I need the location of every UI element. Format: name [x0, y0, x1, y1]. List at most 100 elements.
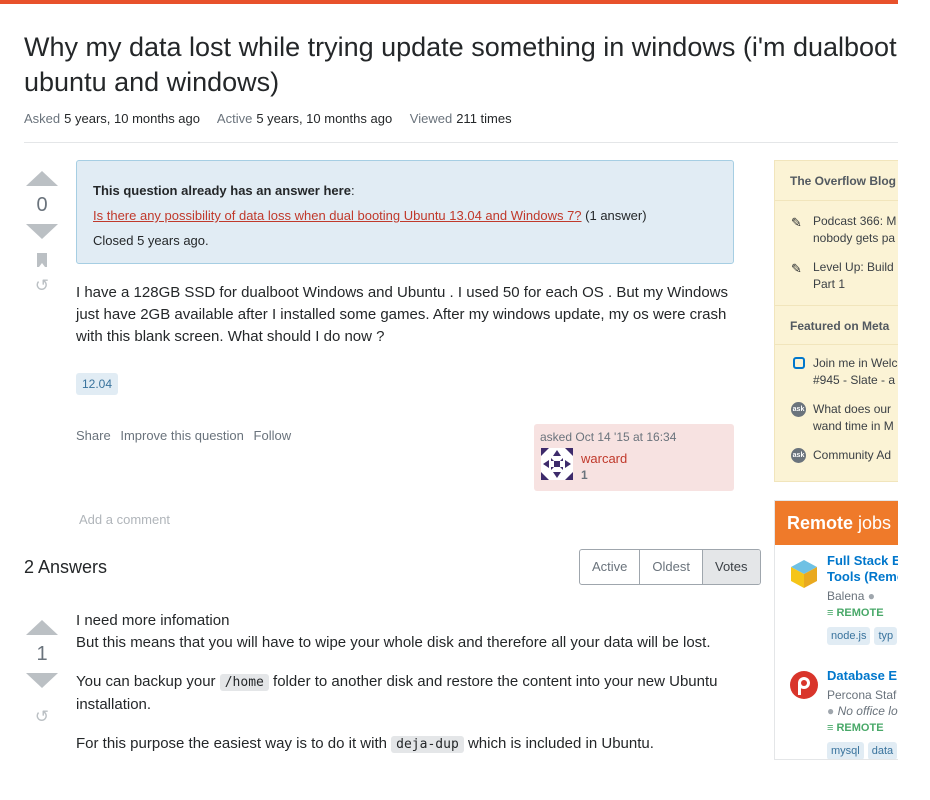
- duplicate-link[interactable]: Is there any possibility of data loss wh…: [93, 208, 582, 223]
- blog-item-podcast-l1: Podcast 366: M: [813, 214, 897, 228]
- balena-logo-icon: [791, 560, 817, 588]
- meta-item-community[interactable]: ask Community Ad: [775, 447, 898, 464]
- job2-tags: mysql data: [827, 742, 898, 759]
- meta-item-community-l1: Community Ad: [813, 448, 892, 462]
- meta-ask-icon: ask: [791, 402, 806, 417]
- job-listing-percona[interactable]: Database En Percona Staf ● No office lo …: [775, 668, 898, 759]
- overflow-blog-widget: The Overflow Blog ✎ Podcast 366: M nobod…: [774, 160, 898, 482]
- job1-tag-nodejs[interactable]: node.js: [827, 627, 871, 645]
- remote-jobs-title-rest: jobs: [858, 513, 892, 533]
- owner-name[interactable]: warcard: [581, 451, 627, 466]
- answer-downvote-arrow-icon[interactable]: [26, 673, 58, 688]
- job2-remote-text: REMOTE: [836, 722, 884, 734]
- job2-remote-badge: ≡ REMOTE: [827, 722, 884, 734]
- answer-line1: I need more infomation: [76, 612, 230, 629]
- history-icon[interactable]: ↺: [33, 277, 51, 295]
- downvote-arrow-icon[interactable]: [26, 224, 58, 239]
- avatar[interactable]: [541, 448, 573, 480]
- meta-ask-icon: ask: [791, 448, 806, 463]
- question-title[interactable]: Why my data lost while trying update som…: [24, 30, 898, 100]
- viewed-label: Viewed: [409, 111, 453, 126]
- pencil-icon: ✎: [791, 261, 802, 276]
- remote-jobs-widget: Remote jobs Full Stack En Tools (Remo Ba…: [774, 500, 898, 760]
- meta-item-wand-l1: What does our: [813, 402, 892, 416]
- question-meta: Asked 5 years, 10 months ago Active 5 year…: [24, 111, 526, 126]
- chat-square-icon: [793, 357, 805, 369]
- title-divider: [24, 142, 898, 143]
- code-deja-dup: deja-dup: [391, 736, 464, 753]
- meta-item-welcome[interactable]: Join me in Welc #945 - Slate - a: [775, 355, 898, 389]
- remote-jobs-title-bold: Remote: [787, 513, 854, 533]
- owner-reputation: 1: [581, 468, 588, 482]
- answer-vote-count: 1: [36, 643, 48, 665]
- question-vote-column: 0 ↺: [24, 171, 60, 295]
- answer-p3-before: For this purpose the easiest way is to d…: [76, 735, 387, 752]
- meta-item-wand-l2: wand time in M: [813, 419, 894, 433]
- blog-item-levelup[interactable]: ✎ Level Up: Build Part 1: [775, 259, 898, 293]
- job2-office: ● No office lo: [827, 704, 898, 718]
- upvote-arrow-icon[interactable]: [26, 171, 58, 186]
- job1-title-1[interactable]: Full Stack En: [827, 553, 898, 569]
- location-pin-icon: ●: [827, 704, 835, 718]
- blog-item-podcast-l2: nobody gets pa: [813, 231, 896, 245]
- answer-line2: But this means that you will have to wip…: [76, 634, 711, 651]
- answer-sort-tabs: Active Oldest Votes: [579, 549, 761, 585]
- pencil-icon: ✎: [791, 215, 802, 230]
- answer-history-icon[interactable]: ↺: [33, 708, 51, 726]
- job1-remote-text: REMOTE: [836, 607, 884, 619]
- sort-votes-tab[interactable]: Votes: [702, 550, 760, 584]
- blog-item-levelup-l1: Level Up: Build: [813, 260, 894, 274]
- tag-12-04[interactable]: 12.04: [76, 373, 119, 395]
- job-listing-balena[interactable]: Full Stack En Tools (Remo Balena ● ≡ REM…: [775, 553, 898, 653]
- improve-question-link[interactable]: Improve this question: [120, 428, 244, 443]
- duplicate-answer-count: (1 answer): [585, 208, 647, 223]
- post-actions: Share Improve this question Follow: [76, 428, 297, 443]
- meta-item-wand[interactable]: ask What does our wand time in M: [775, 401, 898, 435]
- meta-title: Featured on Meta: [775, 305, 898, 345]
- job1-company: Balena ●: [827, 589, 875, 603]
- active-label: Active: [216, 111, 253, 126]
- blog-item-podcast[interactable]: ✎ Podcast 366: M nobody gets pa: [775, 213, 898, 247]
- answer-body: I need more infomation But this means tha…: [76, 610, 756, 773]
- wifi-icon: ≡: [827, 722, 834, 734]
- answer-upvote-arrow-icon[interactable]: [26, 620, 58, 635]
- blog-title: The Overflow Blog: [775, 161, 898, 201]
- answer-p3-after: which is included in Ubuntu.: [467, 735, 654, 752]
- active-value[interactable]: 5 years, 10 months ago: [256, 111, 392, 126]
- job2-office-text: No office lo: [837, 704, 898, 718]
- duplicate-notice: This question already has an answer here…: [76, 160, 734, 264]
- location-pin-icon: ●: [867, 589, 875, 603]
- answer-p2-before: You can backup your: [76, 673, 216, 690]
- question-vote-count: 0: [36, 194, 48, 216]
- question-page: Why my data lost while trying update som…: [24, 0, 898, 800]
- asked-value: 5 years, 10 months ago: [64, 111, 200, 126]
- question-body: I have a 128GB SSD for dualboot Windows …: [76, 284, 729, 345]
- share-link[interactable]: Share: [76, 428, 111, 443]
- blog-item-levelup-l2: Part 1: [813, 277, 846, 291]
- asked-label: Asked: [24, 111, 61, 126]
- closed-text: Closed 5 years ago.: [93, 233, 209, 248]
- follow-link[interactable]: Follow: [254, 428, 292, 443]
- job1-remote-badge: ≡ REMOTE: [827, 607, 884, 619]
- add-comment-link[interactable]: Add a comment: [79, 512, 170, 527]
- wifi-icon: ≡: [827, 607, 834, 619]
- meta-item-welcome-l2: #945 - Slate - a: [813, 373, 896, 387]
- answers-header: 2 Answers: [24, 557, 108, 577]
- answer-vote-column: 1 ↺: [24, 620, 60, 726]
- job1-tag-typ[interactable]: typ: [874, 627, 898, 645]
- sort-oldest-tab[interactable]: Oldest: [640, 550, 703, 584]
- job1-title-2[interactable]: Tools (Remo: [827, 569, 898, 585]
- job2-tag-data[interactable]: data: [867, 742, 898, 759]
- bookmark-icon[interactable]: [37, 253, 47, 267]
- meta-item-welcome-l1: Join me in Welc: [813, 356, 898, 370]
- notice-colon: :: [350, 183, 355, 198]
- job2-title-1[interactable]: Database En: [827, 668, 898, 684]
- job1-tags: node.js typ: [827, 627, 898, 645]
- owner-signature: asked Oct 14 '15 at 16:34 warcard 1: [534, 424, 734, 491]
- job2-tag-mysql[interactable]: mysql: [827, 742, 864, 759]
- percona-logo-icon: [790, 671, 818, 699]
- remote-jobs-title[interactable]: Remote jobs: [775, 501, 898, 545]
- viewed-value: 211 times: [456, 111, 512, 126]
- code-home: /home: [219, 674, 269, 691]
- sort-active-tab[interactable]: Active: [580, 550, 641, 584]
